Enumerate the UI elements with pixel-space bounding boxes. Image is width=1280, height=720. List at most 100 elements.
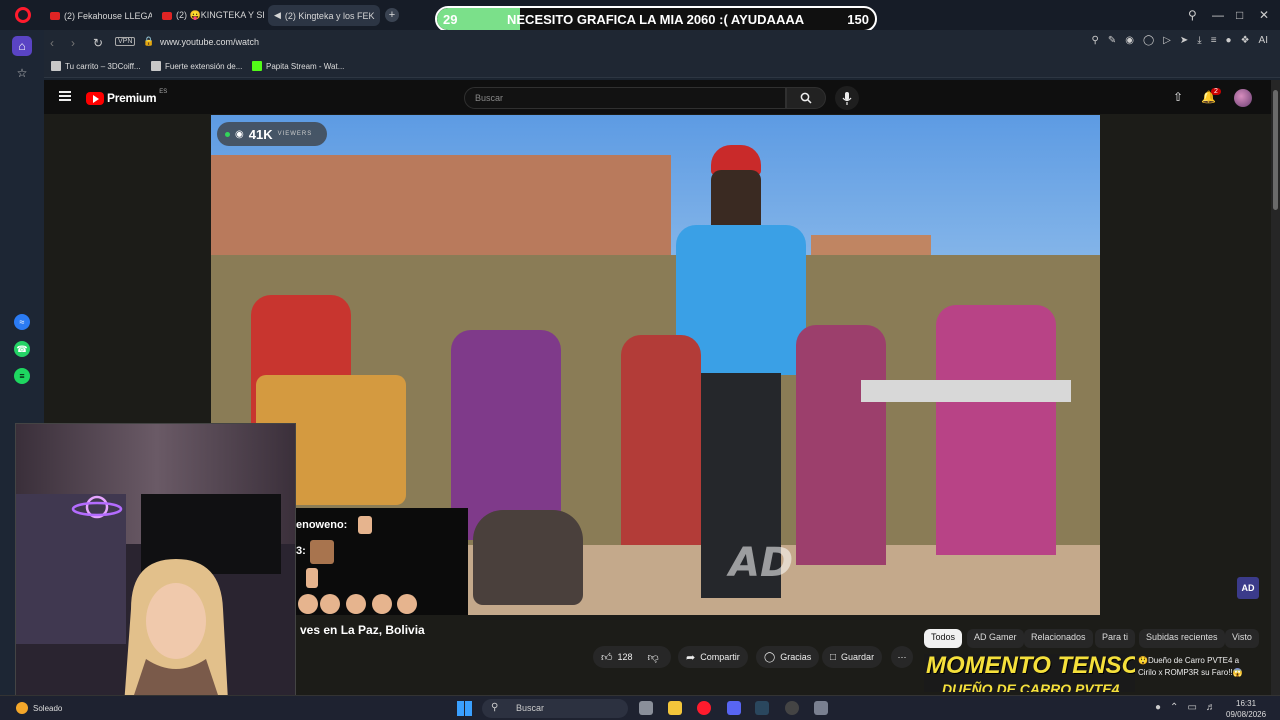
whatsapp-icon[interactable]: ☎ [14,341,30,357]
menu-lines-icon[interactable]: ≡ [1211,35,1217,46]
like-count[interactable]: 128 [618,652,633,662]
home-icon[interactable]: ⌂ [12,36,32,56]
bookmark-1[interactable]: Tu carrito – 3DCoiff... [51,61,141,71]
weather-icon[interactable] [16,702,28,714]
channel-watermark: AD [729,540,794,586]
chip-para-ti[interactable]: Para ti [1095,629,1136,648]
messenger-icon[interactable]: ≈ [14,314,30,330]
minimize-button[interactable]: — [1212,8,1224,22]
settings-gear-icon[interactable] [814,701,828,715]
url-field[interactable]: www.youtube.com/watch [160,37,259,47]
vpn-badge[interactable]: VPN [115,37,136,46]
shield-icon[interactable]: ◯ [1143,35,1154,46]
pinboard-icon[interactable]: ☆ [12,63,32,83]
bookmark-2-label: Fuerte extensión de... [165,61,243,71]
profile-icon[interactable]: ● [1226,35,1232,46]
youtube-logo[interactable]: Premium ES [86,89,167,105]
chip-relacionados[interactable]: Relacionados [1024,629,1093,648]
tab-2[interactable]: (2) 😛KINGTEKA Y SHAKA [156,5,264,26]
extensions-icon[interactable]: ❖ [1241,35,1250,46]
search-icon [800,92,812,104]
task-view-icon[interactable] [639,701,653,715]
share-button[interactable]: ➦ Compartir [678,646,748,668]
face-emote-icon [372,594,392,614]
back-icon[interactable]: ‹ [50,36,54,50]
microphone-icon[interactable]: ● [1155,702,1161,713]
lock-icon: 🔒 [143,36,155,46]
tab-3-active[interactable]: ◀ (2) Kingteka y los FEK [268,5,380,26]
opera-logo-icon[interactable] [15,7,31,23]
video-keyboard [861,380,1071,402]
video-guitarist [796,325,886,565]
search-input[interactable]: Buscar [464,87,786,109]
voice-search-button[interactable] [835,86,859,110]
search-button[interactable] [786,87,826,109]
chip-ad-gamer[interactable]: AD Gamer [967,629,1024,648]
chevron-up-icon[interactable]: ⌃ [1170,702,1178,713]
new-tab-button[interactable]: + [385,8,399,22]
recommended-video-title[interactable]: 😲Dueño de Carro PVTE4 a Cirilo x ROMP3R … [1138,655,1258,679]
browser-toolbar: ⚲ ✎ ◉ ◯ ▷ ➤ ⤓ ≡ ● ❖ AI [1092,35,1268,46]
edit-icon[interactable]: ✎ [1108,35,1116,46]
bookmark-1-label: Tu carrito – 3DCoiff... [65,61,141,71]
face-emote-icon [320,594,340,614]
more-actions-button[interactable]: ⋯ [891,646,913,668]
maximize-button[interactable]: □ [1236,8,1243,22]
start-windows-icon[interactable] [457,701,472,716]
planet-neon-icon [71,495,123,519]
menu-icon[interactable] [59,91,71,101]
taskbar-clock[interactable]: 16:31 09/08/2026 [1226,698,1266,720]
avatar[interactable] [1234,89,1252,107]
face-emote-icon [298,594,318,614]
camera-icon[interactable]: ◉ [1125,35,1134,46]
upload-icon[interactable]: ⇧ [1173,90,1183,104]
zoom-icon[interactable]: ⚲ [1092,35,1099,46]
tab-3-label: (2) Kingteka y los FEK [284,10,375,21]
spotify-icon[interactable]: ≡ [14,368,30,384]
weather-label[interactable]: Soleado [33,704,62,713]
page-scrollbar[interactable] [1271,80,1280,695]
video-title[interactable]: ves en La Paz, Bolivia [300,623,425,637]
chat-username-2: 3: [296,545,306,557]
recommended-thumbnail[interactable]: MOMENTO TENSO!! DUEÑO DE CARRO PVTE4 [924,654,1135,692]
chat-overlay: enoweno: 3: [296,508,468,615]
network-icon[interactable]: ▭ [1187,702,1196,713]
volume-icon[interactable]: ♬ [1206,702,1216,713]
steam-icon[interactable] [755,701,769,715]
donation-goal-target: 150 [847,12,869,27]
hand-emote-icon [358,516,372,534]
chip-todos[interactable]: Todos [924,629,963,648]
save-button[interactable]: □ Guardar [822,646,883,668]
viewer-count: 41K [248,126,273,142]
save-icon: □ [830,651,837,663]
close-button[interactable]: ✕ [1259,8,1269,22]
bookmark-2[interactable]: Fuerte extensión de... [151,61,242,71]
like-icon[interactable]: 👍︎ [601,651,613,664]
scrollbar-thumb[interactable] [1273,90,1278,210]
dislike-icon[interactable]: 👎︎ [648,651,659,664]
file-explorer-icon[interactable] [668,701,682,715]
donation-goal-bar: 29 NECESITO GRAFICA LA MIA 2060 :( AYUDA… [435,6,877,32]
reload-icon[interactable]: ↻ [93,36,103,50]
opera-taskbar-icon[interactable] [697,701,711,715]
discord-icon[interactable] [727,701,741,715]
channel-badge-icon[interactable]: AD [1237,577,1259,599]
tab-search-icon[interactable]: ⚲ [1188,8,1197,22]
youtube-favicon-icon [50,11,60,20]
share-icon[interactable]: ➤ [1180,35,1188,46]
youtube-header: Premium ES Buscar ⇧ 🔔 2 [44,80,1271,114]
screen: (2) Fekahouse LLEGA a Bo (2) 😛KINGTEKA Y… [0,0,1280,720]
player-icon[interactable]: ▷ [1163,35,1171,46]
thumbnail-subtitle-text: DUEÑO DE CARRO PVTE4 [942,681,1120,692]
bookmark-3[interactable]: Papita Stream - Wat... [252,61,344,71]
tab-1[interactable]: (2) Fekahouse LLEGA a Bo [44,5,152,26]
chip-subidas-recientes[interactable]: Subidas recientes [1139,629,1225,648]
forward-icon[interactable]: › [71,36,75,50]
clock-time: 16:31 [1236,699,1257,708]
chip-visto[interactable]: Visto [1225,629,1259,648]
obs-icon[interactable] [785,701,799,715]
thanks-button[interactable]: ◯ Gracias [756,646,820,668]
taskbar-search[interactable]: ⚲ Buscar [482,699,628,718]
download-icon[interactable]: ⤓ [1197,35,1201,46]
aria-ai-icon[interactable]: AI [1259,35,1268,46]
